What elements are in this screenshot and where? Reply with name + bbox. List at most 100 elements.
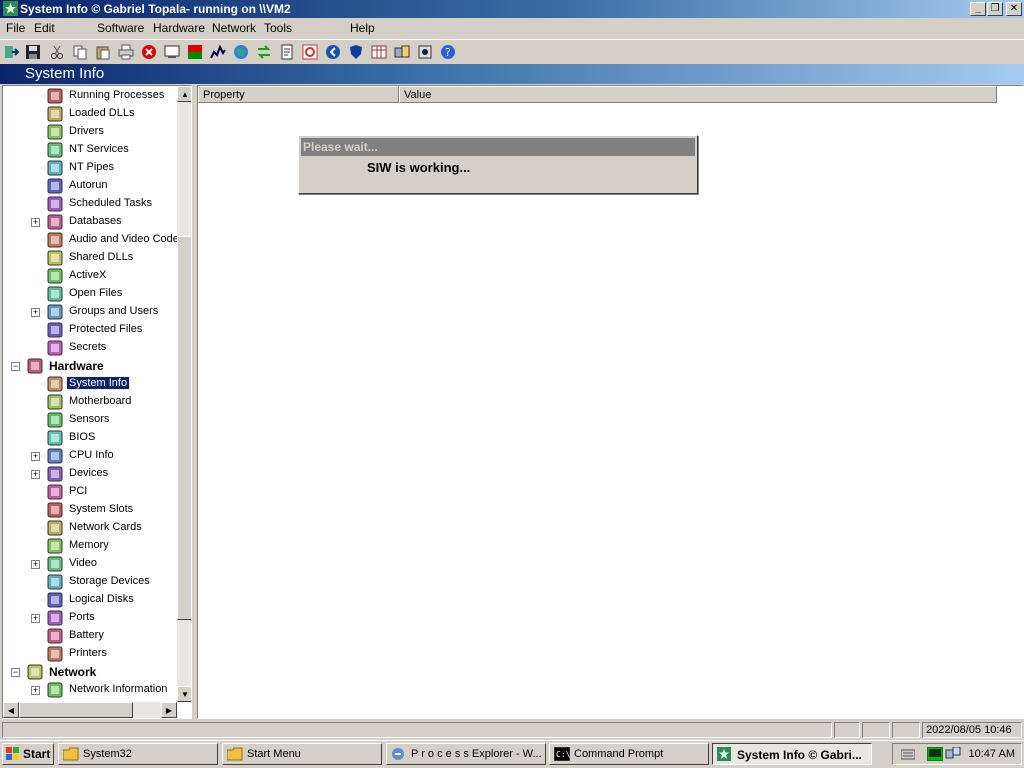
scroll-down-button[interactable]: ▼ [177, 686, 191, 702]
cmd-icon: C:\ [553, 746, 571, 764]
scroll-thumb[interactable] [177, 236, 191, 620]
menu-network[interactable]: Network [212, 21, 256, 35]
network-info-icon [47, 682, 63, 698]
scroll-up-button[interactable]: ▲ [177, 86, 191, 102]
taskbar-button-label: P r o c e s s Explorer - W... [411, 748, 542, 760]
scroll-right-button[interactable]: ▶ [161, 702, 177, 718]
cut-icon[interactable] [48, 43, 66, 61]
driver-icon [47, 124, 63, 140]
shield-icon[interactable] [347, 43, 365, 61]
siw-icon [717, 747, 731, 764]
menu-file[interactable]: File [6, 21, 25, 35]
document-icon[interactable] [278, 43, 296, 61]
column-header-value[interactable]: Value [399, 86, 997, 103]
expand-toggle[interactable]: + [31, 452, 40, 461]
paste-icon[interactable] [94, 43, 112, 61]
expand-toggle[interactable]: + [31, 686, 40, 695]
back-icon[interactable] [324, 43, 342, 61]
expand-toggle[interactable]: + [31, 218, 40, 227]
taskbar-button[interactable]: C:\ Command Prompt [549, 743, 709, 765]
tree-item-label: Devices [69, 467, 109, 479]
taskbar-button[interactable]: Start Menu [222, 743, 382, 765]
close-button[interactable]: ✕ [1006, 2, 1022, 16]
minimize-button[interactable]: _ [970, 2, 986, 16]
menu-help[interactable]: Help [350, 21, 375, 35]
taskbar-button[interactable]: System32 [58, 743, 218, 765]
tree-item-label: NT Services [69, 143, 129, 155]
taskbar-button[interactable]: System Info © Gabri... [712, 743, 872, 765]
copy-icon[interactable] [71, 43, 89, 61]
expand-toggle[interactable]: + [31, 308, 40, 317]
menu-hardware[interactable]: Hardware [153, 21, 205, 35]
menu-software[interactable]: Software [97, 21, 144, 35]
menu-edit[interactable]: Edit [34, 21, 55, 35]
services-icon [47, 142, 63, 158]
tray-clock[interactable]: 10:47 AM [969, 748, 1015, 760]
expand-toggle[interactable]: + [31, 470, 40, 479]
tree-item-label: Ports [69, 611, 95, 623]
slots-icon [47, 502, 63, 518]
save-icon[interactable] [24, 43, 42, 61]
collapse-toggle[interactable]: − [11, 362, 20, 371]
preview-icon[interactable] [163, 43, 181, 61]
motherboard-icon [47, 394, 63, 410]
system-tray: 10:47 AM [892, 743, 1022, 765]
settings-icon[interactable] [301, 43, 319, 61]
hscroll-thumb[interactable] [19, 702, 133, 718]
start-button[interactable]: Start [2, 743, 54, 765]
section-header: System Info [0, 64, 1024, 84]
navigation-tree[interactable]: Running Processes Loaded DLLs Drivers NT Se… [2, 85, 192, 719]
expand-toggle[interactable]: + [31, 560, 40, 569]
tree-vertical-scrollbar[interactable]: ▲ ▼ [177, 86, 191, 702]
printer-icon [47, 646, 63, 662]
restore-button[interactable]: ❐ [987, 2, 1003, 16]
expand-toggle[interactable]: + [31, 614, 40, 623]
stop-icon[interactable] [140, 43, 158, 61]
tree-item-label: Shared DLLs [69, 251, 134, 263]
chart-icon[interactable] [209, 43, 227, 61]
tree-item-label: NT Pipes [69, 161, 115, 173]
taskbar: Start System32 Start Menu P r o c e s s Ex… [0, 740, 1024, 768]
tree-horizontal-scrollbar[interactable]: ◀ ▶ [3, 702, 177, 718]
tree-item-label: BIOS [69, 431, 96, 443]
table-icon[interactable] [370, 43, 388, 61]
tree-item-label: Audio and Video Codecs [69, 233, 190, 245]
start-label: Start [23, 747, 51, 761]
tree-item-label: CPU Info [69, 449, 114, 461]
tree-item-label: Loaded DLLs [69, 107, 135, 119]
print-icon[interactable] [117, 43, 135, 61]
report-icon[interactable] [186, 43, 204, 61]
tree-item-label: Running Processes [69, 89, 165, 101]
dialog-message: SIW is working... [367, 160, 471, 175]
scroll-left-button[interactable]: ◀ [3, 702, 19, 718]
taskbar-button[interactable]: P r o c e s s Explorer - W... [386, 743, 546, 765]
sensors-icon [47, 412, 63, 428]
tree-item-label: Open Files [69, 287, 123, 299]
exit-icon[interactable] [2, 43, 20, 61]
keyboard-icon[interactable] [900, 748, 916, 763]
ports-icon [47, 610, 63, 626]
help-icon[interactable]: ? [439, 43, 457, 61]
info-icon[interactable] [416, 43, 434, 61]
network-tray-icon[interactable] [945, 746, 961, 764]
folder-icon [62, 747, 79, 764]
bios-icon [47, 430, 63, 446]
collapse-toggle[interactable]: − [11, 668, 20, 677]
codec-icon [47, 232, 63, 248]
tree-item-label: Autorun [69, 179, 108, 191]
column-header-property[interactable]: Property [198, 86, 399, 103]
refresh-icon[interactable] [255, 43, 273, 61]
pipe-icon [47, 160, 63, 176]
monitor-tray-icon[interactable] [926, 746, 944, 764]
status-pane-2 [862, 722, 890, 738]
tree-item-label: Battery [69, 629, 104, 641]
taskbar-button-label: Command Prompt [574, 748, 664, 760]
tree-item-label: ActiveX [69, 269, 107, 281]
menu-tools[interactable]: Tools [264, 21, 292, 35]
system-info-icon [47, 376, 63, 392]
tree-item-label: Network [49, 665, 97, 679]
tree-item-label: Protected Files [69, 323, 143, 335]
globe-icon[interactable] [232, 43, 250, 61]
network-icon[interactable] [393, 43, 411, 61]
network-card-icon [47, 520, 63, 536]
